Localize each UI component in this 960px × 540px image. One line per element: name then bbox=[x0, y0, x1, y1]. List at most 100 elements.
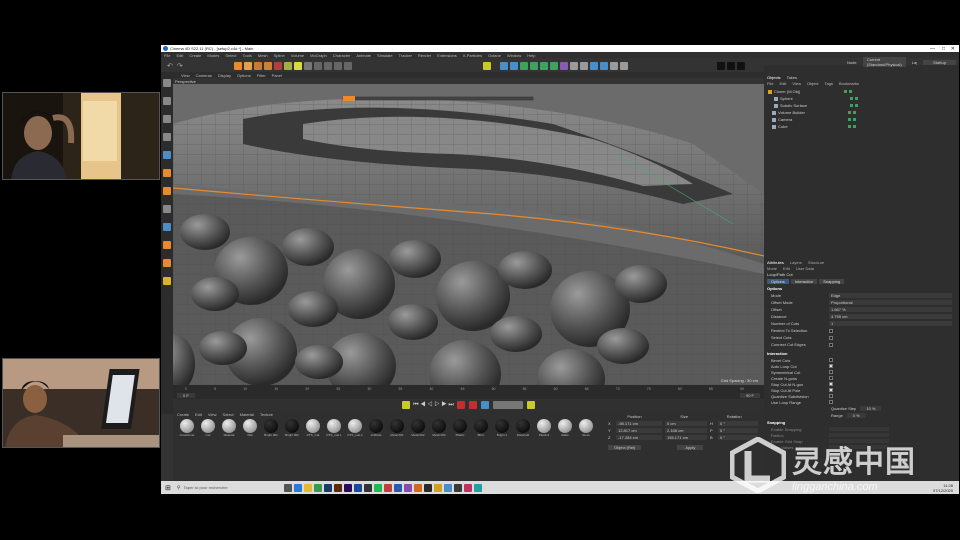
material-menu-texture[interactable]: Texture bbox=[260, 412, 273, 417]
node-space-dropdown[interactable]: Current (Standard/Physical) bbox=[862, 57, 906, 67]
illustrator-icon[interactable] bbox=[333, 483, 342, 492]
app-icon-b[interactable] bbox=[393, 483, 402, 492]
snap-icon[interactable] bbox=[482, 61, 491, 70]
interaction-checkbox[interactable] bbox=[829, 370, 833, 374]
menu-item-tracker[interactable]: Tracker bbox=[399, 53, 412, 58]
object-check-icon[interactable] bbox=[853, 111, 856, 114]
coord-size-field[interactable]: 0 cm bbox=[665, 421, 707, 426]
coord-rotation-field[interactable]: 0 ° bbox=[718, 421, 758, 426]
objects-menu-object[interactable]: Object bbox=[807, 81, 819, 86]
objects-menu-edit[interactable]: Edit bbox=[779, 81, 786, 86]
material-swatch[interactable]: Material bbox=[219, 419, 239, 437]
layout-dropdown[interactable]: Startup bbox=[923, 59, 956, 65]
viewport-menu-panel[interactable]: Panel bbox=[272, 73, 282, 78]
option-field[interactable]: 1.667 % bbox=[829, 307, 952, 312]
coord-system-icon[interactable] bbox=[303, 61, 312, 70]
material-menu-material[interactable]: Material bbox=[240, 412, 254, 417]
floor-icon[interactable] bbox=[609, 61, 618, 70]
menu-item-file[interactable]: File bbox=[164, 53, 170, 58]
undo-icon[interactable]: ↶ bbox=[167, 62, 173, 70]
menu-item-create[interactable]: Create bbox=[189, 53, 201, 58]
make-editable-icon[interactable] bbox=[163, 79, 171, 87]
scene-icon[interactable] bbox=[559, 61, 568, 70]
minimize-icon[interactable]: — bbox=[930, 46, 935, 52]
points-mode-icon[interactable] bbox=[163, 151, 171, 159]
tab-objects[interactable]: Objects bbox=[767, 74, 781, 81]
sky-icon[interactable] bbox=[619, 61, 628, 70]
goto-start-icon[interactable] bbox=[402, 401, 411, 409]
object-check-icon[interactable] bbox=[853, 118, 856, 121]
menu-item-mesh[interactable]: Mesh bbox=[258, 53, 268, 58]
field-icon[interactable] bbox=[549, 61, 558, 70]
object-visibility-icon[interactable] bbox=[848, 111, 851, 114]
objects-menu-tags[interactable]: Tags bbox=[825, 81, 833, 86]
object-row[interactable]: Sphere bbox=[768, 95, 959, 102]
frame-end-field[interactable]: 90 F bbox=[739, 393, 760, 398]
frame-start-field[interactable]: 0 F bbox=[177, 393, 195, 398]
material-menu-create[interactable]: Create bbox=[177, 412, 189, 417]
menu-item-simulate[interactable]: Simulate bbox=[377, 53, 393, 58]
option-checkbox[interactable] bbox=[829, 342, 833, 347]
snap-settings-icon[interactable] bbox=[163, 259, 171, 267]
object-visibility-icon[interactable] bbox=[850, 104, 853, 107]
model-mode-icon[interactable] bbox=[163, 97, 171, 105]
x-axis-icon[interactable] bbox=[273, 61, 282, 70]
solo-icon[interactable] bbox=[163, 277, 171, 285]
render-view-icon[interactable] bbox=[313, 61, 322, 70]
material-swatch[interactable]: DTS_mat bbox=[303, 419, 323, 437]
menu-item-octane[interactable]: Octane bbox=[488, 53, 501, 58]
material-swatch[interactable]: Material2 bbox=[513, 419, 533, 437]
redo-icon[interactable]: ↷ bbox=[177, 62, 183, 70]
material-swatch[interactable]: Metal.001 bbox=[387, 419, 407, 437]
texture-mode-icon[interactable] bbox=[163, 115, 171, 123]
object-visibility-icon[interactable] bbox=[844, 90, 847, 93]
interaction-checkbox[interactable] bbox=[829, 400, 833, 404]
material-swatch[interactable]: Plastic2 bbox=[534, 419, 554, 437]
tab-structure[interactable]: Structure bbox=[808, 260, 824, 265]
object-check-icon[interactable] bbox=[849, 90, 852, 93]
interaction-checkbox[interactable] bbox=[829, 358, 833, 362]
option-field[interactable]: Proportional bbox=[829, 300, 952, 305]
autokey-icon[interactable] bbox=[468, 401, 477, 409]
app-icon-c[interactable] bbox=[403, 483, 412, 492]
material-swatch[interactable]: Gloss bbox=[576, 419, 596, 437]
close-icon[interactable]: ✕ bbox=[951, 46, 955, 52]
tab-takes[interactable]: Takes bbox=[787, 74, 797, 81]
material-swatch[interactable]: DTS_mat.2 bbox=[345, 419, 365, 437]
coord-size-field[interactable]: 155.171 cm bbox=[665, 435, 707, 440]
option-field[interactable]: 1 bbox=[829, 321, 952, 326]
option-field[interactable]: 4.795 cm bbox=[829, 314, 952, 319]
material-swatch[interactable]: Blinn bbox=[471, 419, 491, 437]
option-checkbox[interactable] bbox=[829, 335, 833, 340]
object-visibility-icon[interactable] bbox=[848, 118, 851, 121]
keyframe-icon[interactable] bbox=[480, 401, 489, 409]
objects-menu-file[interactable]: File bbox=[767, 81, 773, 86]
tweak-mode-icon[interactable] bbox=[163, 241, 171, 249]
c4d-taskbar-icon[interactable] bbox=[353, 483, 362, 492]
material-menu-view[interactable]: View bbox=[208, 412, 217, 417]
material-swatch[interactable]: Bright.002 bbox=[282, 419, 302, 437]
scale-icon[interactable] bbox=[253, 61, 262, 70]
playback-icons[interactable]: ⏮ ◀ ◁ ▷ ▶ ⏭ bbox=[413, 402, 454, 409]
material-swatch[interactable]: Metal.003 bbox=[429, 419, 449, 437]
cloner-icon[interactable] bbox=[529, 61, 538, 70]
menu-item-help[interactable]: Help bbox=[527, 53, 535, 58]
option-checkbox[interactable] bbox=[829, 328, 833, 333]
material-swatch[interactable]: Mat bbox=[240, 419, 260, 437]
render-settings-icon[interactable] bbox=[333, 61, 342, 70]
interaction-checkbox[interactable] bbox=[829, 394, 833, 398]
z-axis-icon[interactable] bbox=[293, 61, 302, 70]
y-axis-icon[interactable] bbox=[283, 61, 292, 70]
coord-apply-button[interactable]: Apply bbox=[677, 444, 704, 450]
menu-item-window[interactable]: Window bbox=[507, 53, 521, 58]
taskbar-search-input[interactable]: Taper ici pour rechercher bbox=[184, 485, 274, 490]
app-icon-g[interactable] bbox=[443, 483, 452, 492]
interaction-checkbox[interactable] bbox=[829, 388, 833, 392]
viewport-menu-options[interactable]: Options bbox=[237, 73, 251, 78]
object-check-icon[interactable] bbox=[855, 97, 858, 100]
material-swatch[interactable]: Metal.002 bbox=[408, 419, 428, 437]
subtab-options[interactable]: Options bbox=[767, 279, 789, 284]
material-menu-edit[interactable]: Edit bbox=[195, 412, 202, 417]
coord-mode-dropdown[interactable]: Object (Rel) bbox=[608, 444, 642, 450]
subtab-snapping[interactable]: Snapping bbox=[819, 279, 845, 284]
